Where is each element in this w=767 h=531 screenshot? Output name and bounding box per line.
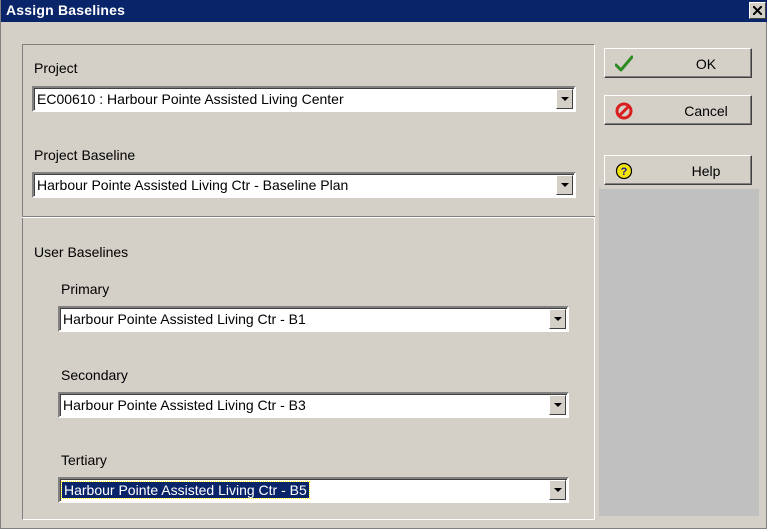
help-icon: ? (615, 162, 633, 180)
check-icon (615, 55, 633, 72)
chevron-down-icon (554, 488, 562, 492)
tertiary-baseline-value: Harbour Pointe Assisted Living Ctr - B5 (61, 481, 310, 499)
project-dropdown-button[interactable] (556, 89, 573, 109)
project-baseline-combo[interactable]: Harbour Pointe Assisted Living Ctr - Bas… (32, 172, 576, 198)
cancel-button-label: Cancel (684, 103, 728, 119)
project-baseline-value: Harbour Pointe Assisted Living Ctr - Bas… (37, 177, 349, 193)
secondary-dropdown-button[interactable] (549, 395, 566, 415)
ok-button[interactable]: OK (604, 48, 752, 78)
primary-baseline-value: Harbour Pointe Assisted Living Ctr - B1 (63, 311, 306, 327)
project-baseline-dropdown-button[interactable] (556, 175, 573, 195)
user-baselines-label: User Baselines (34, 244, 129, 260)
cancel-icon (615, 102, 633, 120)
primary-label: Primary (61, 281, 110, 297)
project-baseline-label: Project Baseline (34, 147, 136, 163)
project-value: EC00610 : Harbour Pointe Assisted Living… (37, 91, 344, 107)
tertiary-baseline-combo[interactable]: Harbour Pointe Assisted Living Ctr - B5 (58, 477, 569, 503)
assign-baselines-dialog: Assign Baselines Project EC00610 : Harbo… (0, 0, 767, 529)
tertiary-dropdown-button[interactable] (549, 480, 566, 500)
tertiary-label: Tertiary (61, 452, 107, 468)
chevron-down-icon (554, 317, 562, 321)
help-button[interactable]: ? Help (604, 155, 752, 185)
title-bar[interactable]: Assign Baselines (1, 0, 767, 22)
chevron-down-icon (561, 97, 569, 101)
close-button[interactable] (749, 2, 766, 19)
secondary-label: Secondary (61, 367, 128, 383)
button-panel-background (599, 189, 759, 516)
secondary-baseline-value: Harbour Pointe Assisted Living Ctr - B3 (63, 397, 306, 413)
primary-baseline-combo[interactable]: Harbour Pointe Assisted Living Ctr - B1 (58, 306, 569, 332)
svg-text:?: ? (621, 166, 628, 178)
project-label: Project (34, 60, 78, 76)
window-title: Assign Baselines (6, 2, 126, 18)
close-icon (753, 6, 762, 15)
secondary-baseline-combo[interactable]: Harbour Pointe Assisted Living Ctr - B3 (58, 392, 569, 418)
project-combo[interactable]: EC00610 : Harbour Pointe Assisted Living… (32, 86, 576, 112)
help-button-label: Help (691, 163, 721, 179)
section-divider (22, 216, 595, 218)
chevron-down-icon (561, 183, 569, 187)
chevron-down-icon (554, 403, 562, 407)
primary-dropdown-button[interactable] (549, 309, 566, 329)
cancel-button[interactable]: Cancel (604, 95, 752, 125)
ok-button-label: OK (695, 56, 717, 72)
